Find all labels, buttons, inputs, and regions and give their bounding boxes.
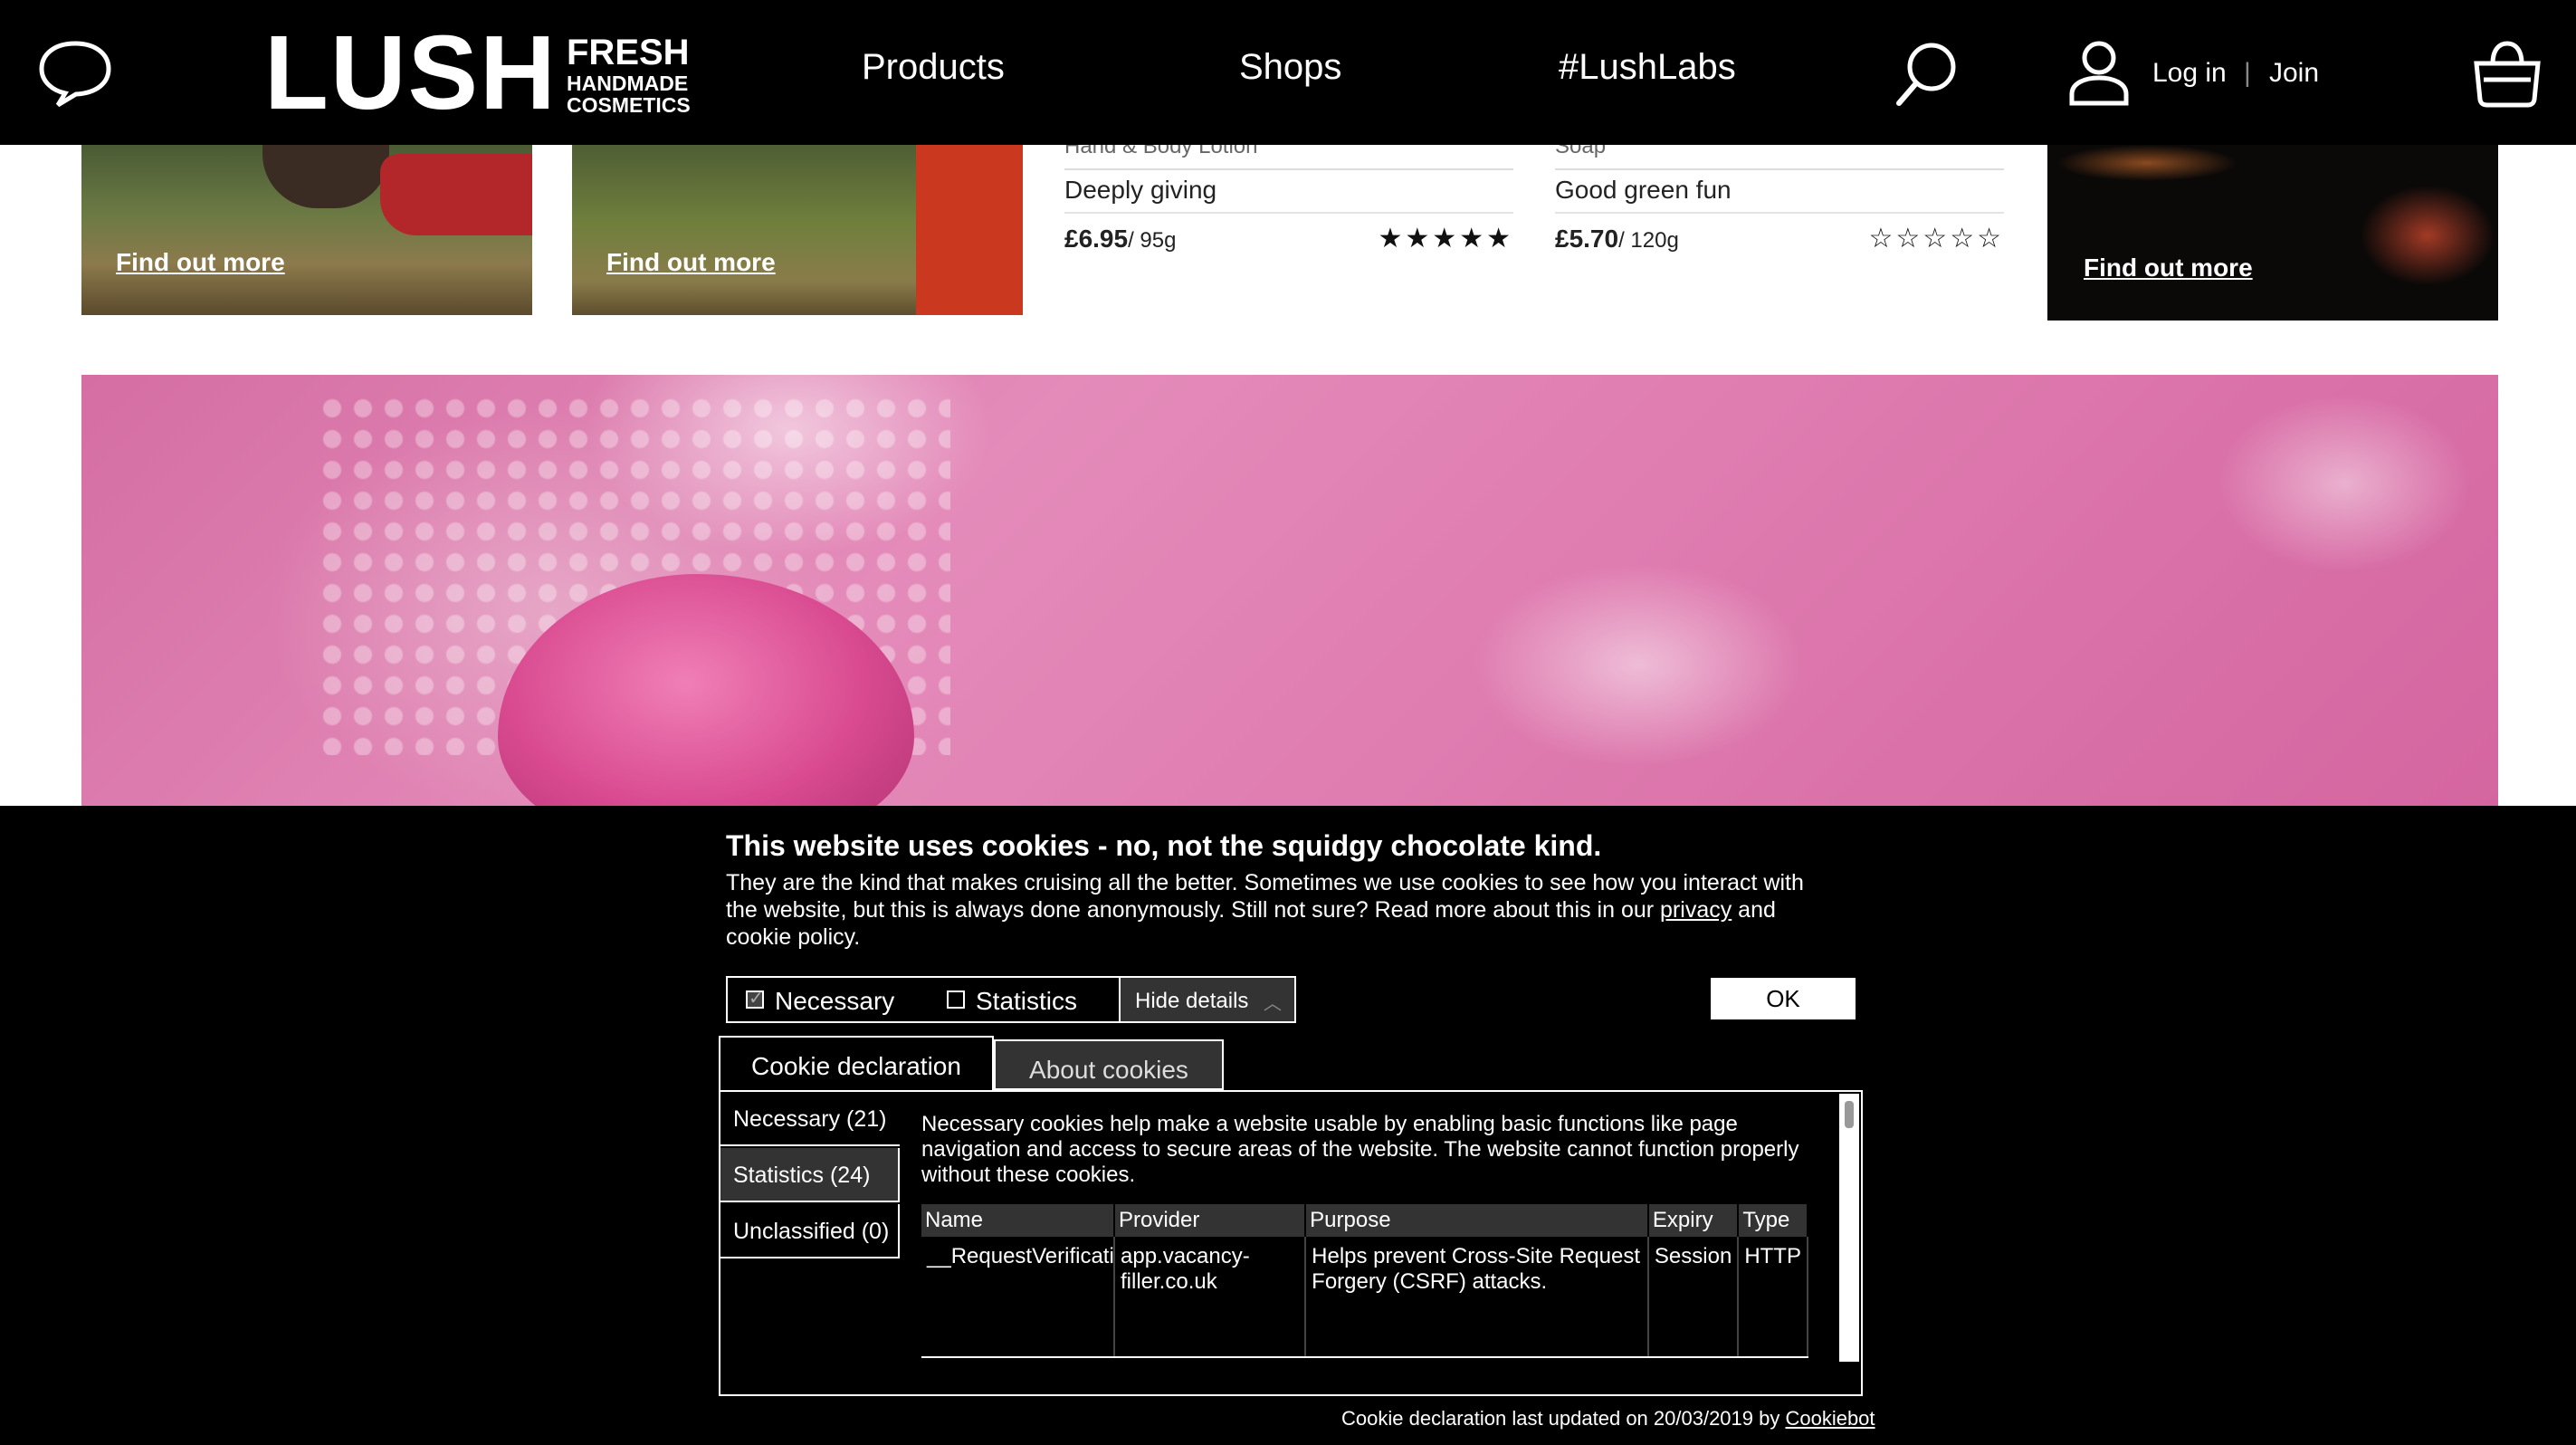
column-header: Provider — [1114, 1204, 1307, 1237]
cookie-details-panel: Cookie declaration About cookies Necessa… — [719, 1036, 1863, 1396]
cookie-type: HTTP — [1738, 1237, 1808, 1358]
hide-details-button[interactable]: Hide details ︿ — [1119, 978, 1294, 1021]
star-rating: ☆☆☆☆☆ — [1868, 224, 2004, 254]
scrollbar-thumb[interactable] — [1845, 1101, 1854, 1128]
tile-image-detail — [2355, 181, 2498, 290]
nav-products[interactable]: Products — [862, 47, 1005, 88]
divider — [1555, 212, 2004, 214]
cookie-text: They are the kind that makes cruising al… — [726, 869, 1830, 951]
footer-text: Cookie declaration last updated on 20/03… — [1341, 1407, 1786, 1430]
price-value: £5.70 — [1555, 225, 1619, 253]
bag-icon[interactable] — [2471, 40, 2543, 109]
cookie-toggles: Necessary Statistics Hide details ︿ — [726, 976, 1296, 1023]
scrollbar[interactable] — [1839, 1094, 1859, 1362]
cookiebot-link[interactable]: Cookiebot — [1785, 1407, 1875, 1430]
product-weight: / 120g — [1618, 228, 1679, 253]
find-out-more-link[interactable]: Find out more — [116, 248, 285, 277]
divider — [1064, 212, 1513, 214]
ok-button[interactable]: OK — [1711, 978, 1856, 1019]
column-header: Purpose — [1305, 1204, 1649, 1237]
product-description: Good green fun — [1555, 176, 1732, 204]
tile-image-detail — [380, 154, 532, 235]
logo-lush[interactable]: LUSH — [264, 18, 558, 127]
side-item-statistics[interactable]: Statistics (24) — [720, 1148, 900, 1202]
find-out-more-link[interactable]: Find out more — [606, 248, 776, 277]
tile-image-detail — [2056, 145, 2237, 181]
promo-tile-4[interactable]: Find out more — [2047, 145, 2498, 321]
cookie-footer: Cookie declaration last updated on 20/03… — [1341, 1407, 1875, 1431]
cookie-table: Name Provider Purpose Expiry Type __Requ… — [921, 1204, 1808, 1358]
product-weight: / 95g — [1128, 228, 1177, 253]
cookie-title: This website uses cookies - no, not the … — [726, 829, 1602, 862]
logo-tagline: FRESH HANDMADE COSMETICS — [567, 33, 691, 116]
login-link[interactable]: Log in — [2152, 58, 2227, 89]
logo-tag-handmade: HANDMADE — [567, 72, 689, 95]
statistics-checkbox[interactable] — [947, 990, 965, 1009]
statistics-label[interactable]: Statistics — [976, 987, 1077, 1016]
cookie-text-part: They are the kind that makes cruising al… — [726, 870, 1804, 923]
cookie-declaration-body: Necessary (21) Statistics (24) Unclassif… — [719, 1090, 1863, 1396]
cookie-purpose: Helps prevent Cross-Site Request Forgery… — [1305, 1237, 1649, 1358]
site-header: LUSH FRESH HANDMADE COSMETICS Products S… — [0, 0, 2576, 145]
cookie-expiry: Session — [1647, 1237, 1740, 1358]
promo-tile-2[interactable]: Find out more — [572, 145, 1023, 315]
logo-tag-fresh: FRESH — [567, 33, 690, 72]
product-category: Soap — [1555, 145, 1607, 158]
table-header-row: Name Provider Purpose Expiry Type — [921, 1204, 1808, 1237]
tab-cookie-declaration[interactable]: Cookie declaration — [719, 1036, 994, 1090]
column-header: Name — [921, 1204, 1115, 1237]
user-icon[interactable] — [2066, 38, 2132, 107]
chat-icon[interactable] — [38, 38, 112, 109]
star-rating: ★★★★★ — [1378, 224, 1513, 254]
necessary-checkbox — [746, 987, 764, 1010]
promo-tile-1[interactable]: Find out more — [81, 145, 532, 315]
necessary-label: Necessary — [775, 987, 895, 1015]
tab-about-cookies[interactable]: About cookies — [994, 1039, 1224, 1090]
product-price: £5.70/ 120g — [1555, 225, 1679, 254]
login-separator: | — [2244, 58, 2251, 88]
product-price: £6.95/ 95g — [1064, 225, 1176, 254]
product-description: Deeply giving — [1064, 176, 1217, 204]
nav-lushlabs[interactable]: #LushLabs — [1559, 47, 1736, 88]
divider — [1555, 168, 2004, 170]
column-header: Type — [1738, 1204, 1808, 1237]
tile-image-detail — [262, 145, 389, 208]
chevron-up-icon: ︿ — [1264, 994, 1282, 1014]
logo-tag-cosmetics: COSMETICS — [567, 93, 691, 117]
search-icon[interactable] — [1894, 40, 1959, 109]
hide-details-label: Hide details — [1135, 989, 1249, 1013]
privacy-link[interactable]: privacy — [1660, 897, 1732, 923]
category-description: Necessary cookies help make a website us… — [921, 1112, 1799, 1187]
cookie-name: __RequestVerificati — [921, 1237, 1115, 1358]
cookie-provider: app.vacancy-filler.co.uk — [1114, 1237, 1307, 1358]
hero-banner-image[interactable] — [81, 375, 2498, 809]
side-item-necessary[interactable]: Necessary (21) — [720, 1092, 900, 1146]
column-header: Expiry — [1647, 1204, 1740, 1237]
product-category: Hand & Body Lotion — [1064, 145, 1258, 158]
price-value: £6.95 — [1064, 225, 1129, 253]
cookie-banner: This website uses cookies - no, not the … — [0, 806, 2576, 1445]
divider — [1064, 168, 1513, 170]
table-row: __RequestVerificati app.vacancy-filler.c… — [921, 1237, 1808, 1358]
join-link[interactable]: Join — [2269, 58, 2319, 89]
nav-shops[interactable]: Shops — [1239, 47, 1341, 88]
side-item-unclassified[interactable]: Unclassified (0) — [720, 1204, 900, 1258]
find-out-more-link[interactable]: Find out more — [2084, 254, 2253, 282]
tile-image-detail — [916, 145, 1023, 315]
